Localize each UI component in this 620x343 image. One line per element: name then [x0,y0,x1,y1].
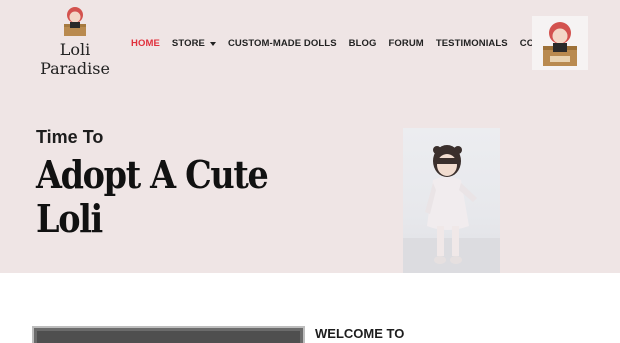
logo-name-line2: Paradise [40,59,110,78]
nav-custom-made-dolls-label: CUSTOM-MADE DOLLS [227,38,337,49]
nav-forum[interactable]: FORUM [388,38,423,49]
welcome-image [37,331,300,343]
nav-blog-label: BLOG [348,38,377,49]
nav-testimonials-label: TESTIMONIALS [435,38,508,49]
nav-blog[interactable]: BLOG [349,38,377,49]
welcome-heading: WELCOME TO [315,326,405,341]
hero-eyebrow: Time To [36,127,104,147]
hero-headline: Adopt A Cute Loli [36,152,269,241]
main-nav: HOME STORE CUSTOM-MADE DOLLS BLOG FORUM … [131,38,566,49]
nav-home[interactable]: HOME [131,38,160,49]
nav-store-label: STORE [171,38,205,49]
nav-custom-made-dolls[interactable]: CUSTOM-MADE DOLLS [228,38,337,49]
site-logo[interactable]: Loli Paradise [40,4,110,78]
welcome-image-frame [32,326,305,343]
chevron-down-icon [209,41,216,46]
hero-doll-photo [403,128,500,273]
logo-doll-image [60,4,90,38]
nav-store[interactable]: STORE [172,38,216,49]
header-doll-image[interactable] [532,16,588,70]
nav-forum-label: FORUM [388,38,424,49]
nav-testimonials[interactable]: TESTIMONIALS [436,38,508,49]
nav-home-label: HOME [131,38,160,49]
logo-name-line1: Loli [59,40,91,59]
